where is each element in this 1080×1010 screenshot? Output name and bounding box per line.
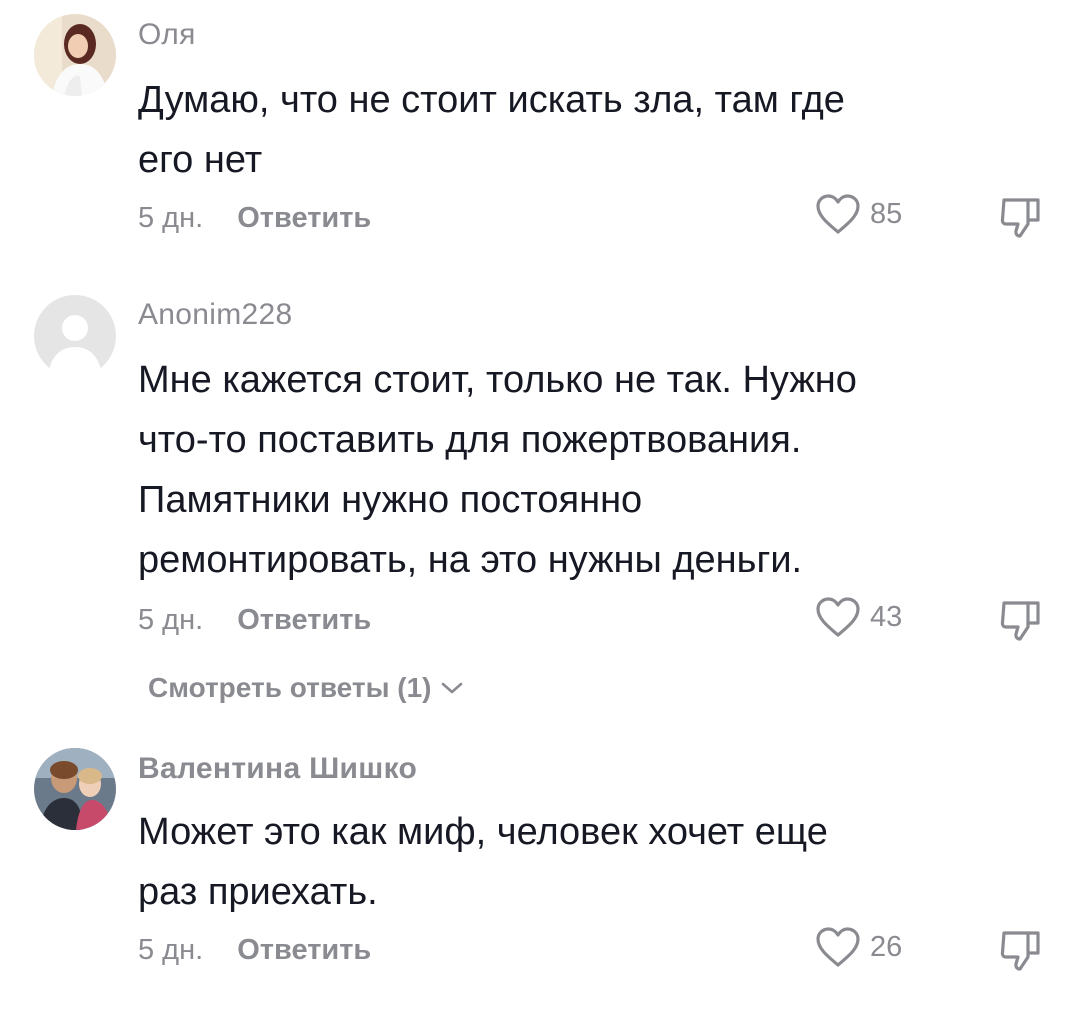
avatar[interactable] (34, 14, 116, 96)
comment-meta: 5 дн. Ответить (138, 934, 371, 967)
thumbs-down-outline-icon (1000, 601, 1040, 641)
timestamp: 5 дн. (138, 202, 204, 234)
avatar-image (34, 748, 116, 830)
avatar[interactable] (34, 748, 116, 830)
heart-outline-icon (816, 927, 860, 967)
like-count: 43 (870, 600, 903, 633)
comment-text: Может это как миф, человек хочет еще раз… (138, 802, 958, 922)
avatar[interactable] (34, 295, 116, 377)
reply-button[interactable]: Ответить (237, 934, 371, 966)
thumbs-down-outline-icon (1000, 198, 1040, 238)
avatar-image (34, 14, 116, 96)
default-avatar-icon (34, 295, 116, 377)
reply-button[interactable]: Ответить (237, 604, 371, 636)
thumbs-down-outline-icon (1000, 931, 1040, 971)
view-replies-label: Смотреть ответы (1) (148, 672, 432, 703)
timestamp: 5 дн. (138, 934, 204, 966)
comment-text-line: его нет (138, 139, 263, 181)
like-count: 26 (870, 930, 903, 963)
comment-text-line: Может это как миф, человек хочет еще (138, 811, 828, 853)
comment-text-line: Думаю, что не стоит искать зла, там где (138, 79, 845, 121)
timestamp: 5 дн. (138, 604, 204, 636)
comment-text-line: Памятники нужно постоянно (138, 479, 643, 521)
comment-text-line: ремонтировать, на это нужны деньги. (138, 539, 803, 581)
dislike-button[interactable] (998, 927, 1046, 978)
comment-text: Думаю, что не стоит искать зла, там где … (138, 70, 958, 190)
username[interactable]: Оля (138, 18, 196, 52)
comment-meta: 5 дн. Ответить (138, 202, 371, 235)
reply-button[interactable]: Ответить (237, 202, 371, 234)
comment-text-line: Мне кажется стоит, только не так. Нужно (138, 359, 857, 401)
like-button[interactable]: 43 (814, 595, 902, 639)
dislike-button[interactable] (998, 597, 1046, 648)
comment-text-line: раз приехать. (138, 871, 378, 913)
like-button[interactable]: 26 (814, 925, 902, 969)
comment-meta: 5 дн. Ответить (138, 604, 371, 637)
like-count: 85 (870, 197, 903, 230)
username[interactable]: Anonim228 (138, 298, 292, 332)
heart-outline-icon (816, 597, 860, 637)
username[interactable]: Валентина Шишко (138, 752, 417, 786)
like-button[interactable]: 85 (814, 192, 902, 236)
chevron-down-icon (441, 682, 462, 694)
view-replies-button[interactable]: Смотреть ответы (1) (148, 672, 464, 704)
dislike-button[interactable] (998, 194, 1046, 245)
comment-text: Мне кажется стоит, только не так. Нужно … (138, 350, 958, 590)
heart-outline-icon (816, 194, 860, 234)
comment-text-line: что-то поставить для пожертвования. (138, 419, 802, 461)
